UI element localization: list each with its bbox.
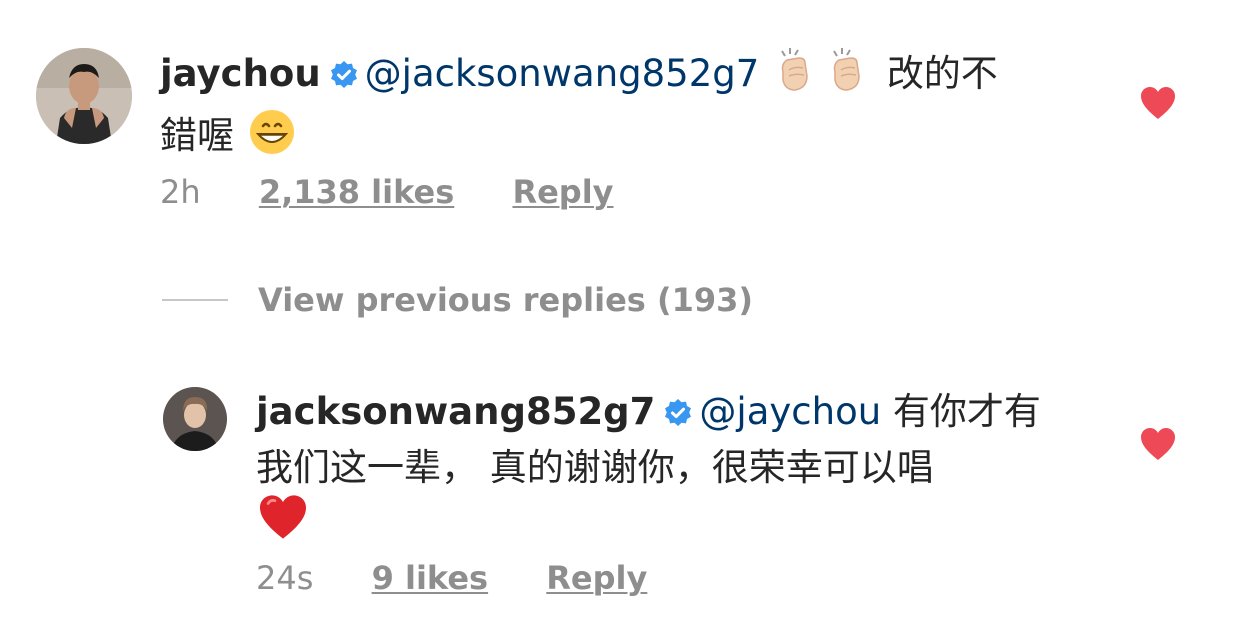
clapping-hands-icon (773, 46, 821, 108)
likes-count-link[interactable]: 9 likes (372, 558, 489, 598)
red-heart-icon (258, 494, 308, 554)
like-heart-icon[interactable] (1140, 86, 1176, 124)
comment-text-line2: 錯喔 (160, 114, 234, 157)
mention-link[interactable]: @jaychou (699, 390, 881, 433)
comment-meta: 24s 9 likes Reply (256, 558, 647, 598)
view-previous-label: View previous replies (193) (258, 281, 754, 319)
verified-badge-icon (663, 390, 693, 442)
comment-text-line2: 我们这一辈， 真的谢谢你，很荣幸可以唱 (256, 446, 934, 489)
reply-button[interactable]: Reply (512, 172, 613, 212)
comment-body: jaychou @jacksonwang852g7 改的不 錯喔 (160, 46, 1100, 170)
comments-section: jaychou @jacksonwang852g7 改的不 錯喔 2h 2,138… (0, 0, 1242, 637)
username[interactable]: jacksonwang852g7 (256, 390, 655, 433)
clapping-hands-icon (825, 46, 873, 108)
username[interactable]: jaychou (160, 52, 321, 95)
timestamp: 2h (160, 173, 201, 211)
timestamp: 24s (256, 559, 314, 597)
mention-link[interactable]: @jacksonwang852g7 (365, 52, 760, 95)
view-previous-replies-button[interactable]: View previous replies (193) (162, 278, 753, 322)
comment-body: jacksonwang852g7 @jaychou 有你才有 我们这一辈， 真的谢… (256, 386, 1116, 554)
divider-line (162, 299, 228, 301)
avatar[interactable] (163, 387, 227, 451)
comment-meta: 2h 2,138 likes Reply (160, 172, 614, 212)
avatar[interactable] (36, 48, 132, 144)
verified-badge-icon (329, 52, 359, 104)
like-heart-icon[interactable] (1140, 427, 1176, 465)
likes-count-link[interactable]: 2,138 likes (259, 172, 454, 212)
reply-button[interactable]: Reply (546, 558, 647, 598)
grinning-face-icon (248, 108, 296, 170)
comment-text: 有你才有 (892, 390, 1041, 433)
comment-text: 改的不 (886, 52, 998, 95)
